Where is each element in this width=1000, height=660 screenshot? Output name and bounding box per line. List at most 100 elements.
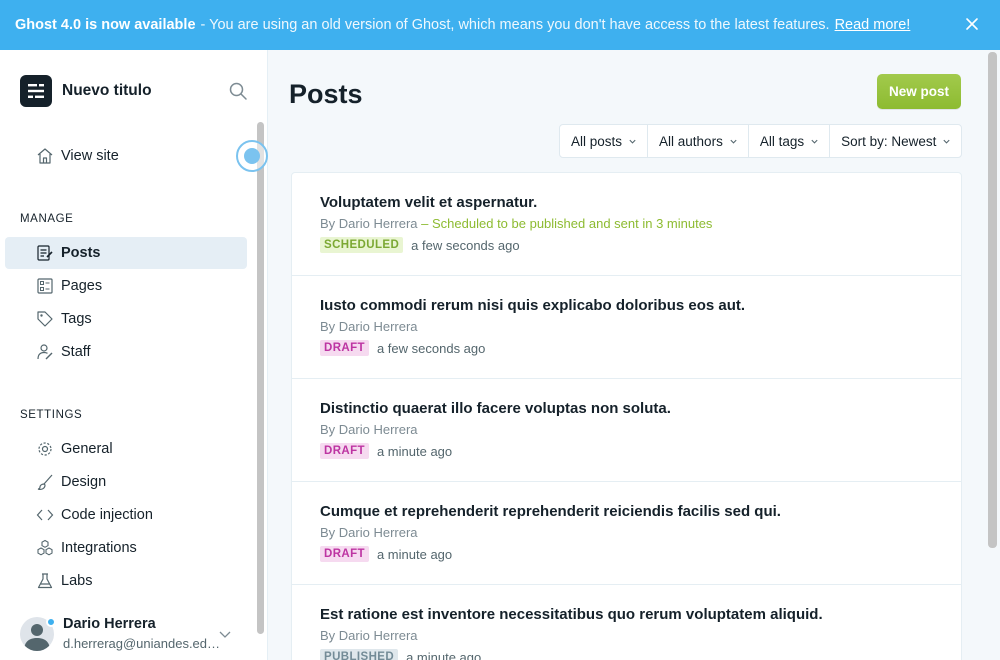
home-icon — [36, 147, 54, 165]
post-title[interactable]: Iusto commodi rerum nisi quis explicabo … — [320, 297, 745, 314]
post-list: Voluptatem velit et aspernatur. By Dario… — [291, 172, 962, 660]
brand[interactable]: Nuevo titulo — [20, 75, 152, 107]
post-status: DRAFT a minute ago — [320, 546, 452, 562]
post-time: a minute ago — [376, 546, 453, 562]
post-time: a few seconds ago — [411, 237, 520, 253]
filter-author-dropdown[interactable]: All authors — [648, 125, 749, 157]
post-author: Dario Herrera — [338, 628, 418, 643]
sidebar-item-staff[interactable]: Staff — [5, 336, 247, 368]
sidebar-item-code-injection[interactable]: Code injection — [5, 499, 247, 531]
post-time: a minute ago — [406, 649, 482, 660]
status-badge: SCHEDULED — [320, 237, 404, 253]
filter-label: All authors — [659, 133, 723, 149]
chevron-down-icon — [811, 139, 818, 144]
sidebar-item-pages[interactable]: Pages — [5, 270, 247, 302]
filter-label: Sort by: Newest — [841, 133, 937, 149]
post-title[interactable]: Distinctio quaerat illo facere voluptas … — [320, 400, 671, 417]
post-status: PUBLISHED a minute ago — [320, 649, 481, 660]
filter-label: All tags — [759, 133, 805, 149]
cursor-indicator — [236, 140, 268, 172]
post-title[interactable]: Est ratione est inventore necessitatibus… — [320, 606, 823, 623]
banner-headline: Ghost 4.0 is now available — [15, 17, 196, 33]
sidebar-item-label: Pages — [61, 278, 103, 294]
post-author: Dario Herrera — [338, 319, 418, 334]
post-author: Dario Herrera — [338, 525, 418, 540]
sidebar: Nuevo titulo View site MANAGE Posts Page… — [0, 50, 268, 660]
post-row[interactable]: Cumque et reprehenderit reprehenderit re… — [292, 482, 961, 585]
manage-section-title: MANAGE — [20, 213, 74, 225]
tag-icon — [36, 310, 54, 328]
status-badge: DRAFT — [320, 546, 369, 562]
sidebar-item-label: Tags — [61, 311, 92, 327]
post-status: SCHEDULED a few seconds ago — [320, 237, 520, 253]
chevron-down-icon[interactable] — [218, 627, 232, 641]
post-meta: By Dario Herrera — [320, 525, 418, 540]
post-author: Dario Herrera — [338, 216, 418, 231]
status-badge: DRAFT — [320, 340, 369, 356]
post-filters: All posts All authors All tags Sort by: … — [559, 124, 963, 158]
sidebar-item-label: Staff — [61, 344, 91, 360]
post-title[interactable]: Cumque et reprehenderit reprehenderit re… — [320, 503, 781, 520]
sort-dropdown[interactable]: Sort by: Newest — [830, 125, 961, 157]
post-row[interactable]: Distinctio quaerat illo facere voluptas … — [292, 379, 961, 482]
post-time: a few seconds ago — [376, 340, 486, 356]
post-by: By — [320, 319, 336, 334]
settings-section-title: SETTINGS — [20, 409, 83, 421]
sidebar-item-integrations[interactable]: Integrations — [5, 532, 247, 564]
sidebar-item-label: General — [61, 441, 113, 457]
user-email: d.herrerag@uniandes.edu.co — [63, 636, 225, 651]
sidebar-item-label: Integrations — [61, 540, 137, 556]
sidebar-item-label: Posts — [61, 245, 101, 261]
banner-read-more-link[interactable]: Read more! — [835, 17, 911, 33]
post-author: Dario Herrera — [338, 422, 418, 437]
main-scrollbar[interactable] — [988, 52, 997, 548]
post-by: By — [320, 422, 336, 437]
post-schedule-note: – Scheduled to be published and sent in … — [421, 216, 713, 231]
ghost-logo-icon — [20, 75, 52, 107]
filter-label: All posts — [571, 133, 623, 149]
gear-icon — [36, 440, 54, 458]
site-title: Nuevo titulo — [62, 82, 152, 99]
post-by: By — [320, 628, 336, 643]
banner-message: - You are using an old version of Ghost,… — [200, 17, 830, 33]
post-meta: By Dario Herrera — [320, 628, 418, 643]
sidebar-scrollbar[interactable] — [257, 122, 264, 634]
search-icon[interactable] — [228, 81, 248, 101]
sidebar-item-design[interactable]: Design — [5, 466, 247, 498]
status-badge: DRAFT — [320, 443, 369, 459]
status-badge: PUBLISHED — [320, 649, 399, 660]
view-site-label: View site — [61, 148, 119, 164]
close-icon[interactable] — [962, 14, 982, 34]
view-site-link[interactable]: View site — [5, 140, 247, 172]
pages-icon — [36, 277, 54, 295]
post-meta: By Dario Herrera — [320, 422, 418, 437]
chevron-down-icon — [629, 139, 636, 144]
chevron-down-icon — [730, 139, 737, 144]
new-post-button[interactable]: New post — [877, 74, 961, 109]
post-status: DRAFT a minute ago — [320, 443, 452, 459]
flask-icon — [36, 572, 54, 590]
integrations-icon — [36, 539, 54, 557]
filter-type-dropdown[interactable]: All posts — [560, 125, 649, 157]
post-row[interactable]: Est ratione est inventore necessitatibus… — [292, 585, 961, 660]
sidebar-item-posts[interactable]: Posts — [5, 237, 247, 269]
brush-icon — [36, 473, 54, 491]
post-by: By — [320, 525, 336, 540]
posts-icon — [36, 244, 54, 262]
post-row[interactable]: Iusto commodi rerum nisi quis explicabo … — [292, 276, 961, 379]
post-status: DRAFT a few seconds ago — [320, 340, 485, 356]
filter-tag-dropdown[interactable]: All tags — [749, 125, 831, 157]
sidebar-item-labs[interactable]: Labs — [5, 565, 247, 597]
sidebar-item-general[interactable]: General — [5, 433, 247, 465]
user-name: Dario Herrera — [63, 616, 156, 632]
sidebar-item-tags[interactable]: Tags — [5, 303, 247, 335]
update-banner: Ghost 4.0 is now available - You are usi… — [0, 0, 1000, 50]
post-row[interactable]: Voluptatem velit et aspernatur. By Dario… — [292, 173, 961, 276]
page-title: Posts — [289, 79, 363, 109]
code-icon — [36, 506, 54, 524]
post-title[interactable]: Voluptatem velit et aspernatur. — [320, 194, 537, 211]
staff-icon — [36, 343, 54, 361]
sidebar-item-label: Labs — [61, 573, 93, 589]
post-time: a minute ago — [376, 443, 453, 459]
post-meta: By Dario Herrera — [320, 319, 418, 334]
